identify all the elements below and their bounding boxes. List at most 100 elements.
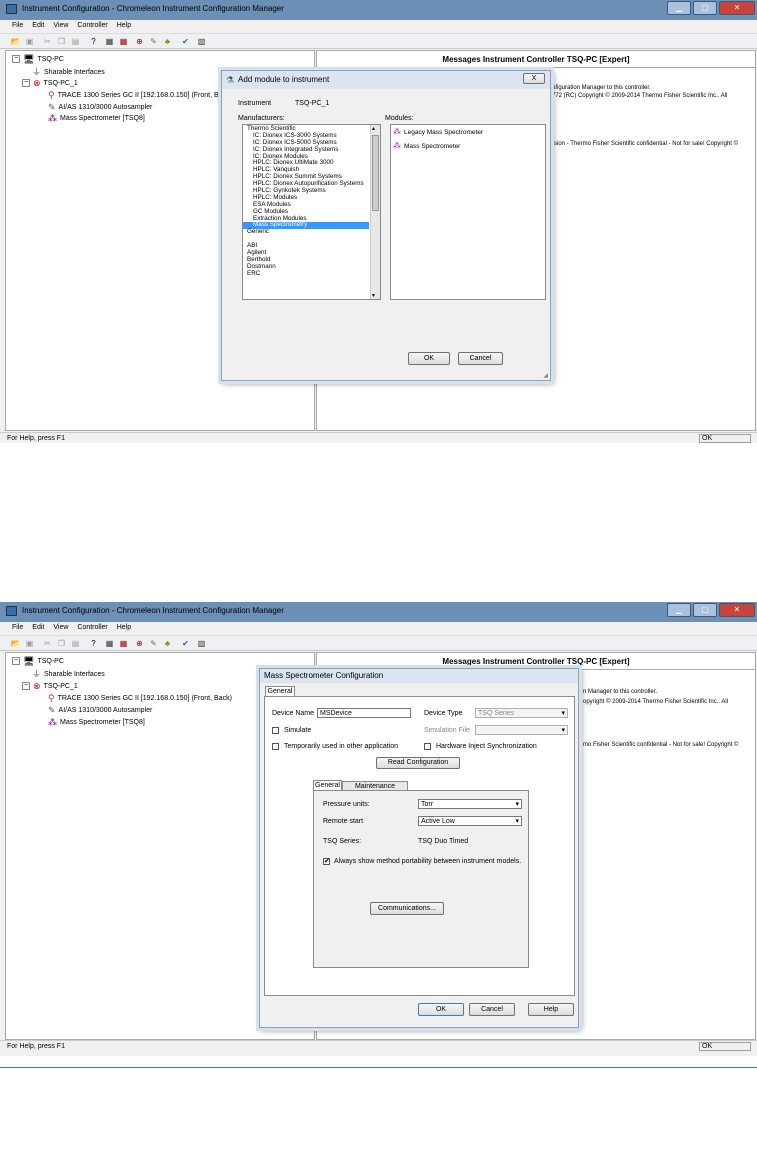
manufacturer-item[interactable]: Dostmann xyxy=(243,263,369,271)
close-window-button[interactable]: ✕ xyxy=(719,603,755,617)
device-name-label: Device Name xyxy=(272,710,315,717)
cancel-button[interactable]: Cancel xyxy=(458,352,503,365)
manufacturers-list[interactable]: Thermo Scientific IC: Dionex ICS-3000 Sys… xyxy=(242,124,381,300)
tree-node-instrument[interactable]: − ⊗ TSQ-PC_1 xyxy=(22,78,78,88)
portability-checkbox[interactable]: ✔ xyxy=(323,858,330,865)
report-icon[interactable]: ▧ xyxy=(196,638,207,649)
copy-icon[interactable]: ❐ xyxy=(56,36,67,47)
dialog-close-button[interactable]: X xyxy=(523,73,545,84)
cancel-button[interactable]: Cancel xyxy=(469,1003,515,1016)
tree-node-root[interactable]: − 🖥 TSQ-PC xyxy=(12,54,64,64)
message-line: nfiguration Manager to this controller. xyxy=(552,85,651,91)
pressure-units-select[interactable]: Torr xyxy=(418,799,522,809)
scrollbar[interactable]: ▴ ▾ xyxy=(370,125,380,299)
resize-grip-icon[interactable]: ◢ xyxy=(543,372,548,379)
status-ok: OK xyxy=(699,1042,751,1051)
instrument-icon: ⊗ xyxy=(33,78,41,88)
communications-button[interactable]: Communications... xyxy=(370,902,444,915)
menu-file[interactable]: File xyxy=(12,20,23,32)
gc-icon: ⚲ xyxy=(48,693,55,703)
open-icon[interactable]: 📂 xyxy=(10,638,21,649)
status-bar: For Help, press F1 OK xyxy=(0,432,757,443)
tree-node-gc[interactable]: ⚲ TRACE 1300 Series GC II [192.168.0.150… xyxy=(48,693,232,703)
scroll-up-icon[interactable]: ▴ xyxy=(372,125,375,132)
open-icon[interactable]: 📂 xyxy=(10,36,21,47)
module-item-ms[interactable]: ⁂ Mass Spectrometer xyxy=(393,141,460,151)
save-icon[interactable]: ▣ xyxy=(24,36,35,47)
simulate-checkbox[interactable] xyxy=(272,727,279,734)
help-icon[interactable]: ? xyxy=(88,36,99,47)
menu-help[interactable]: Help xyxy=(117,622,131,634)
maximize-button[interactable]: ▢ xyxy=(693,1,717,15)
collapse-icon[interactable]: − xyxy=(22,79,30,87)
dialog-title: Add module to instrument xyxy=(238,75,330,84)
simulation-file-select[interactable] xyxy=(475,725,568,735)
hw-inject-checkbox[interactable] xyxy=(424,743,431,750)
manufacturer-item[interactable] xyxy=(243,236,369,243)
menu-view[interactable]: View xyxy=(53,622,68,634)
copy-icon[interactable]: ❐ xyxy=(56,638,67,649)
tree-node-autosampler[interactable]: ✎ AI/AS 1310/3000 Autosampler xyxy=(48,705,152,715)
minimize-button[interactable]: ▁ xyxy=(667,603,691,617)
paste-icon[interactable]: ▤ xyxy=(70,638,81,649)
ok-button[interactable]: OK xyxy=(408,352,450,365)
collapse-icon[interactable]: − xyxy=(22,682,30,690)
wand-icon[interactable]: ✎ xyxy=(148,36,159,47)
save-icon[interactable]: ▣ xyxy=(24,638,35,649)
menu-controller[interactable]: Controller xyxy=(77,622,107,634)
window-title: Instrument Configuration - Chromeleon In… xyxy=(22,606,284,615)
menu-edit[interactable]: Edit xyxy=(32,20,44,32)
check-icon[interactable]: ✔ xyxy=(180,36,191,47)
instrument-icon[interactable]: ▦ xyxy=(104,638,115,649)
temp-used-checkbox[interactable] xyxy=(272,743,279,750)
share-icon[interactable]: ♣ xyxy=(162,638,173,649)
menu-controller[interactable]: Controller xyxy=(77,20,107,32)
instrument-icon[interactable]: ▦ xyxy=(104,36,115,47)
properties-icon[interactable]: ⊕ xyxy=(134,36,145,47)
modules-list[interactable]: ⁂ Legacy Mass Spectrometer ⁂ Mass Spectr… xyxy=(390,124,546,300)
module-icon[interactable]: ▦ xyxy=(118,36,129,47)
menu-help[interactable]: Help xyxy=(117,20,131,32)
menu-file[interactable]: File xyxy=(12,622,23,634)
tree-node-root[interactable]: − 🖥 TSQ-PC xyxy=(12,656,64,666)
module-icon[interactable]: ▦ xyxy=(118,638,129,649)
cut-icon[interactable]: ✂ xyxy=(42,638,53,649)
menu-view[interactable]: View xyxy=(53,20,68,32)
maximize-button[interactable]: ▢ xyxy=(693,603,717,617)
minimize-button[interactable]: ▁ xyxy=(667,1,691,15)
collapse-icon[interactable]: − xyxy=(12,657,20,665)
manufacturer-item[interactable]: ERC xyxy=(243,270,369,278)
check-icon[interactable]: ✔ xyxy=(180,638,191,649)
wand-icon[interactable]: ✎ xyxy=(148,638,159,649)
menu-edit[interactable]: Edit xyxy=(32,622,44,634)
manufacturer-item[interactable]: Generic xyxy=(243,228,369,236)
screenshot-ms-config: Instrument Configuration - Chromeleon In… xyxy=(0,602,757,1056)
tree-node-ms[interactable]: ⁂ Mass Spectrometer [TSQ8] xyxy=(48,113,145,123)
help-button[interactable]: Help xyxy=(528,1003,574,1016)
tree-node-sharable[interactable]: ⏚ Sharable Interfaces xyxy=(32,669,105,679)
close-window-button[interactable]: ✕ xyxy=(719,1,755,15)
read-configuration-button[interactable]: Read Configuration xyxy=(376,757,460,769)
module-item-legacy[interactable]: ⁂ Legacy Mass Spectrometer xyxy=(393,127,483,137)
device-name-field[interactable]: MSDevice xyxy=(317,708,411,718)
device-type-select[interactable]: TSQ Series xyxy=(475,708,568,718)
scroll-down-icon[interactable]: ▾ xyxy=(372,292,375,299)
remote-start-select[interactable]: Active Low xyxy=(418,816,522,826)
cut-icon[interactable]: ✂ xyxy=(42,36,53,47)
share-icon[interactable]: ♣ xyxy=(162,36,173,47)
paste-icon[interactable]: ▤ xyxy=(70,36,81,47)
tree-node-instrument[interactable]: − ⊗ TSQ-PC_1 xyxy=(22,681,78,691)
ok-button[interactable]: OK xyxy=(418,1003,464,1016)
tree-node-sharable[interactable]: ⏚ Sharable Interfaces xyxy=(32,67,105,77)
tree-node-ms[interactable]: ⁂ Mass Spectrometer [TSQ8] xyxy=(48,717,145,727)
collapse-icon[interactable]: − xyxy=(12,55,20,63)
tree-label: TSQ-PC xyxy=(37,55,64,63)
scroll-thumb[interactable] xyxy=(372,135,379,211)
tree-node-autosampler[interactable]: ✎ AI/AS 1310/3000 Autosampler xyxy=(48,102,152,112)
properties-icon[interactable]: ⊕ xyxy=(134,638,145,649)
report-icon[interactable]: ▧ xyxy=(196,36,207,47)
computer-icon: 🖥 xyxy=(23,656,35,666)
help-icon[interactable]: ? xyxy=(88,638,99,649)
tree-node-gc[interactable]: ⚲ TRACE 1300 Series GC II [192.168.0.150… xyxy=(48,90,223,100)
divider-line xyxy=(0,1067,757,1068)
